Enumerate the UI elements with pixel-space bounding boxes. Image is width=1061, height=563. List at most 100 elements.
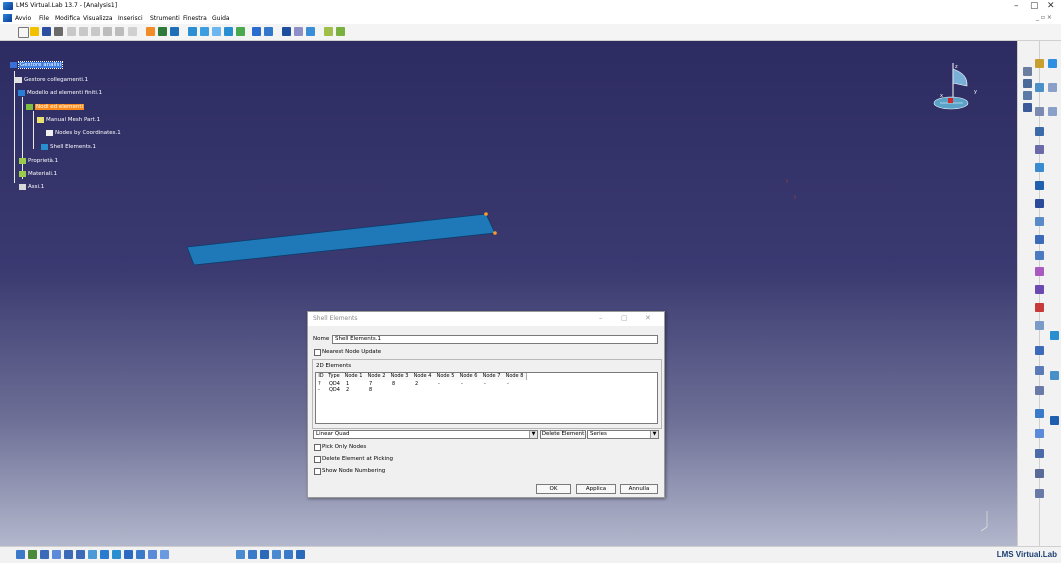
tool-icon[interactable]	[1023, 91, 1032, 100]
mesh-tool-icon[interactable]	[284, 550, 293, 559]
delete-at-picking-checkbox[interactable]	[314, 456, 321, 463]
tree-item-assi[interactable]: Assi.1	[28, 184, 44, 190]
ok-button[interactable]: OK	[536, 484, 571, 494]
view-tool-icon[interactable]	[160, 550, 169, 559]
column-header[interactable]: Node 2	[365, 373, 389, 380]
print-icon[interactable]	[54, 27, 63, 36]
maximize-button[interactable]: ▢	[1030, 1, 1039, 12]
tool-icon[interactable]	[1035, 366, 1044, 375]
menu-finestra[interactable]: Finestra	[183, 15, 207, 22]
view-iso-icon[interactable]	[212, 27, 221, 36]
dialog-minimize-button[interactable]: –	[599, 314, 603, 322]
column-header[interactable]: Node 4	[411, 373, 435, 380]
view-tool-icon[interactable]	[52, 550, 61, 559]
dialog-maximize-button[interactable]: ▢	[621, 314, 628, 322]
tool-icon[interactable]	[1035, 217, 1044, 226]
view-tool-icon[interactable]	[28, 550, 37, 559]
mode-select[interactable]: Series ▼	[587, 430, 659, 439]
copy-icon[interactable]	[79, 27, 88, 36]
tool-icon[interactable]	[1035, 409, 1044, 418]
column-header[interactable]: Node 6	[457, 373, 481, 380]
tool-icon[interactable]	[1035, 321, 1044, 330]
open-icon[interactable]	[30, 27, 39, 36]
tool-icon[interactable]	[1035, 145, 1044, 154]
tree-item-proprieta[interactable]: Proprietà.1	[28, 158, 58, 164]
tool-icon[interactable]	[1023, 79, 1032, 88]
view-top-icon[interactable]	[200, 27, 209, 36]
tool-icon[interactable]	[1050, 416, 1059, 425]
whats-this-icon[interactable]	[128, 27, 137, 36]
tool-a-icon[interactable]	[324, 27, 333, 36]
mesh-tool-icon[interactable]	[248, 550, 257, 559]
pan-icon[interactable]	[158, 27, 167, 36]
mesh-tool-icon[interactable]	[272, 550, 281, 559]
element-type-select[interactable]: Linear Quad ▼	[313, 430, 538, 439]
elements-table[interactable]: ID Type Node 1 Node 2 Node 3 Node 4 Node…	[315, 372, 658, 424]
tool-icon[interactable]	[1048, 83, 1057, 92]
view-tool-icon[interactable]	[40, 550, 49, 559]
zoom-in-icon[interactable]	[64, 550, 73, 559]
column-header[interactable]: Node 7	[480, 373, 504, 380]
tool-icon[interactable]	[1023, 67, 1032, 76]
tool-icon[interactable]	[1048, 59, 1057, 68]
tool-icon[interactable]	[1035, 199, 1044, 208]
mesh-icon[interactable]	[306, 27, 315, 36]
tool-icon[interactable]	[1035, 181, 1044, 190]
new-icon[interactable]	[18, 27, 29, 38]
menu-guida[interactable]: Guida	[212, 15, 230, 22]
column-header[interactable]: Node 1	[342, 373, 366, 380]
tool-b-icon[interactable]	[336, 27, 345, 36]
swap-visible-icon[interactable]	[264, 27, 273, 36]
zoom-out-icon[interactable]	[76, 550, 85, 559]
fit-all-icon[interactable]	[146, 27, 155, 36]
view-tool-icon[interactable]	[100, 550, 109, 559]
node-point[interactable]	[484, 212, 488, 216]
tool-icon[interactable]	[1035, 346, 1044, 355]
menu-modifica[interactable]: Modifica	[55, 15, 80, 22]
tree-item-modello[interactable]: Modello ad elementi finiti.1	[27, 90, 102, 96]
rotate-icon[interactable]	[170, 27, 179, 36]
tool-icon[interactable]	[1035, 303, 1044, 312]
tree-item-gestore-collegamenti[interactable]: Gestore collegamenti.1	[24, 77, 88, 83]
measure-icon[interactable]	[282, 27, 291, 36]
node-point[interactable]	[493, 231, 497, 235]
delete-element-button[interactable]: Delete Element	[540, 430, 586, 439]
menu-inserisci[interactable]: Inserisci	[118, 15, 143, 22]
view-tool-icon[interactable]	[136, 550, 145, 559]
view-tool-icon[interactable]	[124, 550, 133, 559]
pick-only-nodes-checkbox[interactable]	[314, 444, 321, 451]
save-icon[interactable]	[42, 27, 51, 36]
dialog-close-button[interactable]: ✕	[645, 314, 651, 322]
tool-icon[interactable]	[1050, 371, 1059, 380]
tree-item-nodi-elementi[interactable]: Nodi ed elementi	[35, 104, 85, 110]
mesh-tool-icon[interactable]	[296, 550, 305, 559]
view-tool-icon[interactable]	[16, 550, 25, 559]
tree-root[interactable]: Gestore analisi	[18, 61, 63, 69]
menu-strumenti[interactable]: Strumenti	[150, 15, 180, 22]
tool-icon[interactable]	[1035, 83, 1044, 92]
tree-item-shell-elements[interactable]: Shell Elements.1	[50, 144, 96, 150]
name-field[interactable]: Shell Elements.1	[332, 335, 658, 344]
tool-icon[interactable]	[1035, 267, 1044, 276]
column-header[interactable]: Node 8	[503, 373, 527, 380]
analysis-icon[interactable]	[294, 27, 303, 36]
view-tool-icon[interactable]	[112, 550, 121, 559]
tool-icon[interactable]	[1035, 59, 1044, 68]
tool-icon[interactable]	[1035, 163, 1044, 172]
paste-icon[interactable]	[91, 27, 100, 36]
view-tool-icon[interactable]	[148, 550, 157, 559]
tool-icon[interactable]	[1035, 489, 1044, 498]
tool-icon[interactable]	[1035, 251, 1044, 260]
tool-icon[interactable]	[1035, 127, 1044, 136]
apply-button[interactable]: Applica	[576, 484, 616, 494]
tool-icon[interactable]	[1035, 235, 1044, 244]
mesh-tool-icon[interactable]	[236, 550, 245, 559]
tool-icon[interactable]	[1035, 469, 1044, 478]
tree-item-nodes-coordinates[interactable]: Nodes by Coordinates.1	[55, 130, 121, 136]
view-right-icon[interactable]	[224, 27, 233, 36]
view-front-icon[interactable]	[188, 27, 197, 36]
hide-show-icon[interactable]	[252, 27, 261, 36]
tool-icon[interactable]	[1023, 103, 1032, 112]
column-header[interactable]: Type	[326, 373, 343, 380]
tool-icon[interactable]	[1035, 285, 1044, 294]
